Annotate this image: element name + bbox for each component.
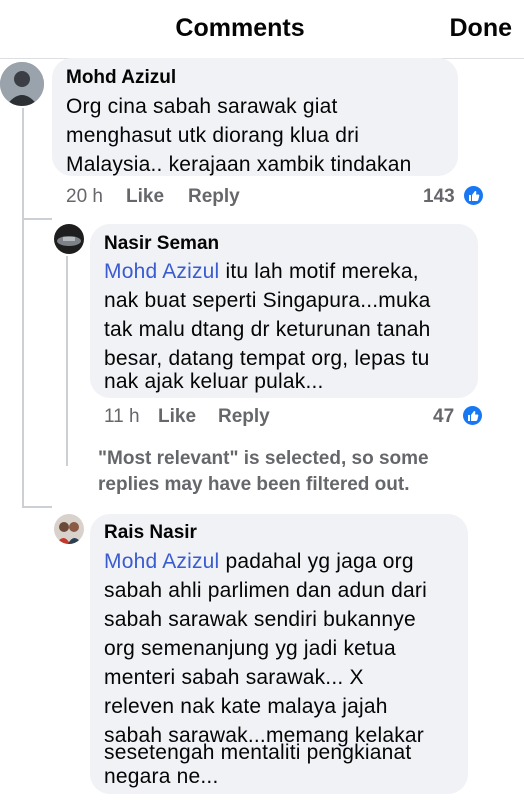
reaction-count[interactable]: 47 [433, 406, 454, 428]
like-button[interactable]: Like [126, 186, 164, 208]
comment-author[interactable]: Nasir Seman [104, 233, 219, 255]
done-button[interactable]: Done [450, 14, 513, 43]
comment-text-line: menghasut utk diorang klua dri [66, 124, 360, 147]
comment-text-segment: padahal yg jaga org [219, 550, 414, 573]
filter-note-line: "Most relevant" is selected, so some [98, 448, 429, 469]
comment-timestamp: 20 h [66, 186, 103, 207]
reply-button[interactable]: Reply [188, 186, 240, 208]
reply-button[interactable]: Reply [218, 406, 270, 428]
thread-line [66, 256, 68, 466]
comment-timestamp: 11 h [104, 406, 140, 427]
comment-text-line: sabah ahli parlimen dan adun dari [104, 579, 427, 602]
comments-header: Comments Done [0, 0, 524, 59]
comment-text-line: Mohd Azizul itu lah motif mereka, [104, 257, 419, 287]
comment-text-line: sabah sarawak sendiri bukannye [104, 608, 416, 631]
avatar[interactable] [54, 224, 84, 254]
avatar[interactable] [0, 62, 44, 106]
mention-link[interactable]: Mohd Azizul [104, 260, 219, 283]
comment-text-line: menteri sabah sarawak... X [104, 666, 364, 689]
comment-text-line: tak malu dtang dr keturunan tanah [104, 318, 431, 341]
comment-text-line: releven nak kate malaya jajah [104, 695, 388, 718]
like-reaction-icon [463, 406, 482, 425]
comment-text-line: Mohd Azizul padahal yg jaga org [104, 547, 414, 577]
comment-text-line: negara ne... [104, 765, 219, 788]
mention-link[interactable]: Mohd Azizul [104, 550, 219, 573]
comment-text-line: nak buat seperti Singapura...muka [104, 289, 431, 312]
comment-text-line: nak ajak keluar pulak... [104, 370, 324, 393]
comment-author[interactable]: Rais Nasir [104, 522, 197, 544]
like-reaction-icon [464, 186, 483, 205]
reaction-count[interactable]: 143 [423, 186, 455, 208]
avatar[interactable] [54, 514, 84, 544]
comment-text-line: org semenanjung yg jadi ketua [104, 637, 396, 660]
like-button[interactable]: Like [158, 406, 196, 428]
thread-line [22, 108, 24, 508]
thread-connector [22, 218, 52, 220]
comment-text-line: Org cina sabah sarawak giat [66, 95, 338, 118]
comment-text-line: Malaysia.. kerajaan xambik tindakan [66, 153, 412, 176]
comment-author[interactable]: Mohd Azizul [66, 67, 176, 89]
comment-text-segment: itu lah motif mereka, [219, 260, 419, 283]
thread-connector [22, 506, 52, 508]
page-title: Comments [175, 14, 305, 42]
filter-note-line: replies may have been filtered out. [98, 474, 410, 495]
